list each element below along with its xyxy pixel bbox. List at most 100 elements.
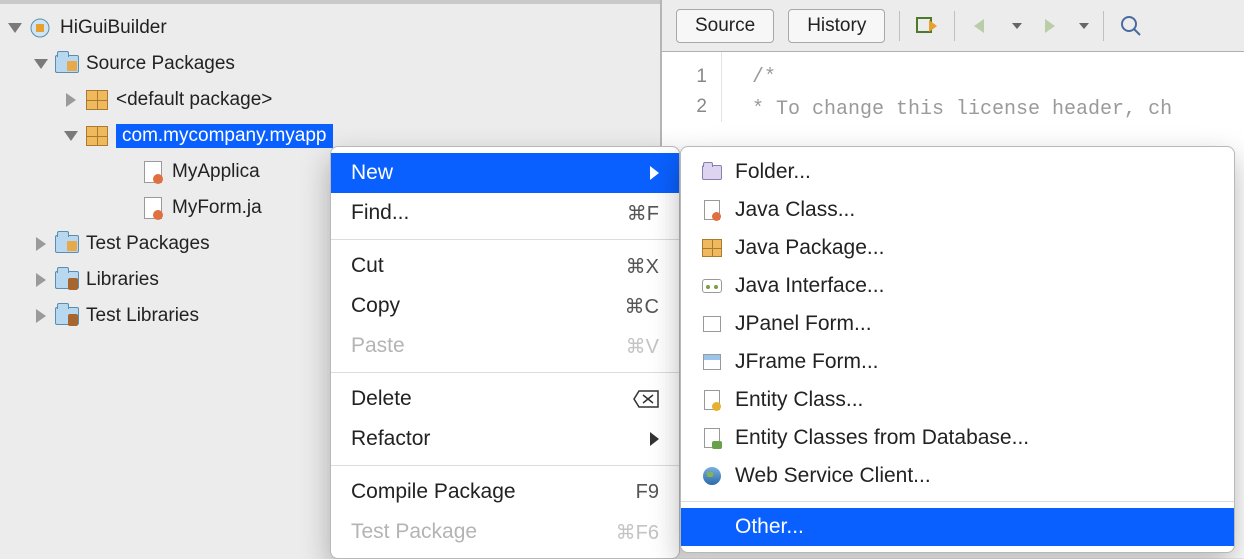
entity-db-icon [701, 428, 723, 448]
menu-separator [331, 465, 679, 466]
tree-node-project[interactable]: HiGuiBuilder [0, 10, 660, 46]
expand-icon[interactable] [30, 273, 52, 287]
menu-shortcut: F9 [636, 481, 659, 504]
code-area[interactable]: /* * To change this license header, ch [722, 52, 1244, 126]
submenu-entity-class[interactable]: Entity Class... [681, 381, 1234, 419]
submenu-folder[interactable]: Folder... [681, 153, 1234, 191]
dropdown-caret-icon[interactable] [1012, 23, 1022, 29]
dropdown-caret-icon[interactable] [1079, 23, 1089, 29]
submenu-label: Java Package... [735, 236, 884, 260]
menu-separator [681, 501, 1234, 502]
submenu-java-class[interactable]: Java Class... [681, 191, 1234, 229]
menu-label: Refactor [351, 427, 430, 451]
submenu-label: JFrame Form... [735, 350, 879, 374]
menu-refactor[interactable]: Refactor [331, 419, 679, 459]
menu-shortcut: ⌘X [626, 254, 659, 279]
java-file-icon [140, 196, 166, 220]
submenu-label: Java Interface... [735, 274, 884, 298]
node-label: MyForm.ja [172, 197, 262, 219]
code-line: /* [752, 62, 1244, 94]
menu-cut[interactable]: Cut ⌘X [331, 246, 679, 286]
submenu-jframe-form[interactable]: JFrame Form... [681, 343, 1234, 381]
expand-icon[interactable] [30, 237, 52, 251]
history-tab[interactable]: History [788, 9, 885, 43]
code-line: * To change this license header, ch [752, 94, 1244, 126]
submenu-other[interactable]: Other... [681, 508, 1234, 546]
node-label: Test Libraries [86, 305, 199, 327]
tree-node-default-package[interactable]: <default package> [0, 82, 660, 118]
menu-compile-package[interactable]: Compile Package F9 [331, 472, 679, 512]
source-folder-icon [54, 52, 80, 76]
package-icon [84, 124, 110, 148]
menu-label: Copy [351, 294, 400, 318]
interface-icon [701, 276, 723, 296]
menu-label: Test Package [351, 520, 477, 544]
submenu-jpanel-form[interactable]: JPanel Form... [681, 305, 1234, 343]
library-folder-icon [54, 268, 80, 292]
node-label: MyApplica [172, 161, 260, 183]
expand-icon[interactable] [30, 309, 52, 323]
expand-icon[interactable] [4, 23, 26, 33]
submenu-label: Web Service Client... [735, 464, 931, 488]
zoom-icon[interactable] [1118, 13, 1144, 39]
java-class-icon [701, 200, 723, 220]
submenu-web-service-client[interactable]: Web Service Client... [681, 457, 1234, 495]
node-label: <default package> [116, 89, 272, 111]
node-label-selected: com.mycompany.myapp [116, 124, 333, 148]
submenu-label: Java Class... [735, 198, 855, 222]
globe-icon [701, 466, 723, 486]
menu-label: Delete [351, 387, 412, 411]
menu-label: Cut [351, 254, 384, 278]
source-tab[interactable]: Source [676, 9, 774, 43]
line-number: 2 [662, 92, 721, 122]
expand-icon[interactable] [30, 59, 52, 69]
toolbar-separator [1103, 11, 1104, 41]
nav-back-icon[interactable] [969, 13, 995, 39]
project-label: HiGuiBuilder [60, 17, 167, 39]
submenu-java-interface[interactable]: Java Interface... [681, 267, 1234, 305]
menu-test-package[interactable]: Test Package ⌘F6 [331, 512, 679, 552]
menu-separator [331, 239, 679, 240]
menu-separator [331, 372, 679, 373]
nav-forward-icon[interactable] [1036, 13, 1062, 39]
library-folder-icon [54, 304, 80, 328]
menu-paste: Paste ⌘V [331, 326, 679, 366]
menu-shortcut: ⌘C [625, 294, 659, 319]
package-icon [84, 88, 110, 112]
menu-copy[interactable]: Copy ⌘C [331, 286, 679, 326]
menu-shortcut: ⌘F [627, 201, 659, 226]
java-file-icon [140, 160, 166, 184]
menu-shortcut: ⌘V [626, 334, 659, 359]
menu-delete[interactable]: Delete [331, 379, 679, 419]
node-label: Test Packages [86, 233, 210, 255]
editor-toolbar: Source History [662, 0, 1244, 52]
menu-label: New [351, 161, 393, 185]
line-gutter: 1 2 [662, 52, 722, 122]
submenu-label: Folder... [735, 160, 811, 184]
package-icon [701, 238, 723, 258]
menu-new[interactable]: New [331, 153, 679, 193]
project-icon [28, 16, 54, 40]
toolbar-separator [899, 11, 900, 41]
menu-find[interactable]: Find... ⌘F [331, 193, 679, 233]
last-edit-icon[interactable] [914, 13, 940, 39]
menu-shortcut: ⌘F6 [616, 520, 659, 545]
submenu-entity-from-db[interactable]: Entity Classes from Database... [681, 419, 1234, 457]
expand-icon[interactable] [60, 93, 82, 107]
blank-icon [701, 517, 723, 537]
node-label: Source Packages [86, 53, 235, 75]
submenu-arrow-icon [650, 166, 659, 180]
context-menu: New Find... ⌘F Cut ⌘X Copy ⌘C Paste ⌘V D… [330, 146, 680, 559]
source-folder-icon [54, 232, 80, 256]
submenu-label: Other... [735, 515, 804, 539]
submenu-label: Entity Classes from Database... [735, 426, 1029, 450]
menu-label: Paste [351, 334, 405, 358]
submenu-java-package[interactable]: Java Package... [681, 229, 1234, 267]
line-number: 1 [662, 62, 721, 92]
delete-key-icon [633, 390, 659, 408]
submenu-label: JPanel Form... [735, 312, 872, 336]
tree-node-source-packages[interactable]: Source Packages [0, 46, 660, 82]
toolbar-separator [954, 11, 955, 41]
expand-icon[interactable] [60, 131, 82, 141]
folder-icon [701, 162, 723, 182]
